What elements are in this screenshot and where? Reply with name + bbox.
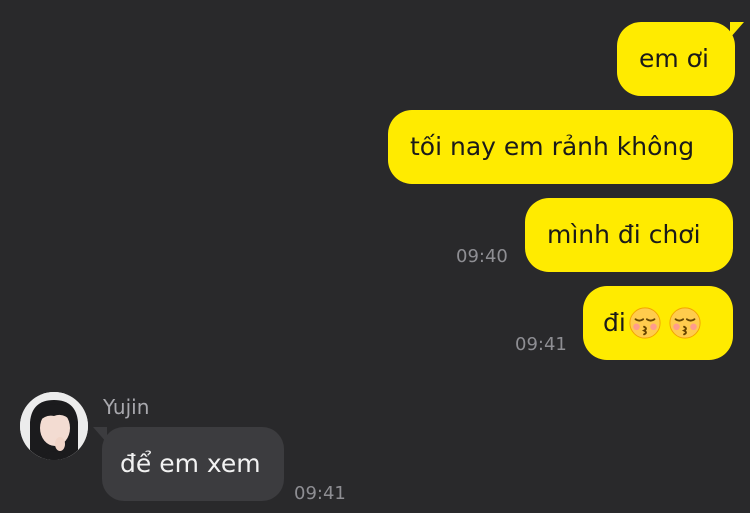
message-text: em ơi	[639, 44, 709, 73]
outgoing-message-bubble[interactable]: mình đi chơi	[525, 198, 733, 272]
message-text: đi	[603, 308, 626, 337]
avatar[interactable]	[20, 392, 88, 460]
message-timestamp: 09:41	[294, 483, 346, 504]
message-timestamp: 09:40	[456, 246, 508, 267]
incoming-message-bubble[interactable]: để em xem	[93, 427, 284, 501]
kissing-face-icon	[669, 307, 701, 339]
message-text: mình đi chơi	[547, 220, 701, 249]
kissing-face-icon	[629, 307, 661, 339]
outgoing-message-bubble[interactable]: đi	[583, 286, 733, 360]
profile-photo-icon	[20, 392, 88, 460]
outgoing-message-bubble[interactable]: tối nay em rảnh không	[388, 110, 733, 184]
message-timestamp: 09:41	[515, 334, 567, 355]
message-text: tối nay em rảnh không	[410, 132, 695, 161]
sender-name[interactable]: Yujin	[103, 395, 149, 419]
outgoing-message-bubble[interactable]: em ơi	[617, 22, 744, 96]
message-text: để em xem	[120, 449, 261, 478]
